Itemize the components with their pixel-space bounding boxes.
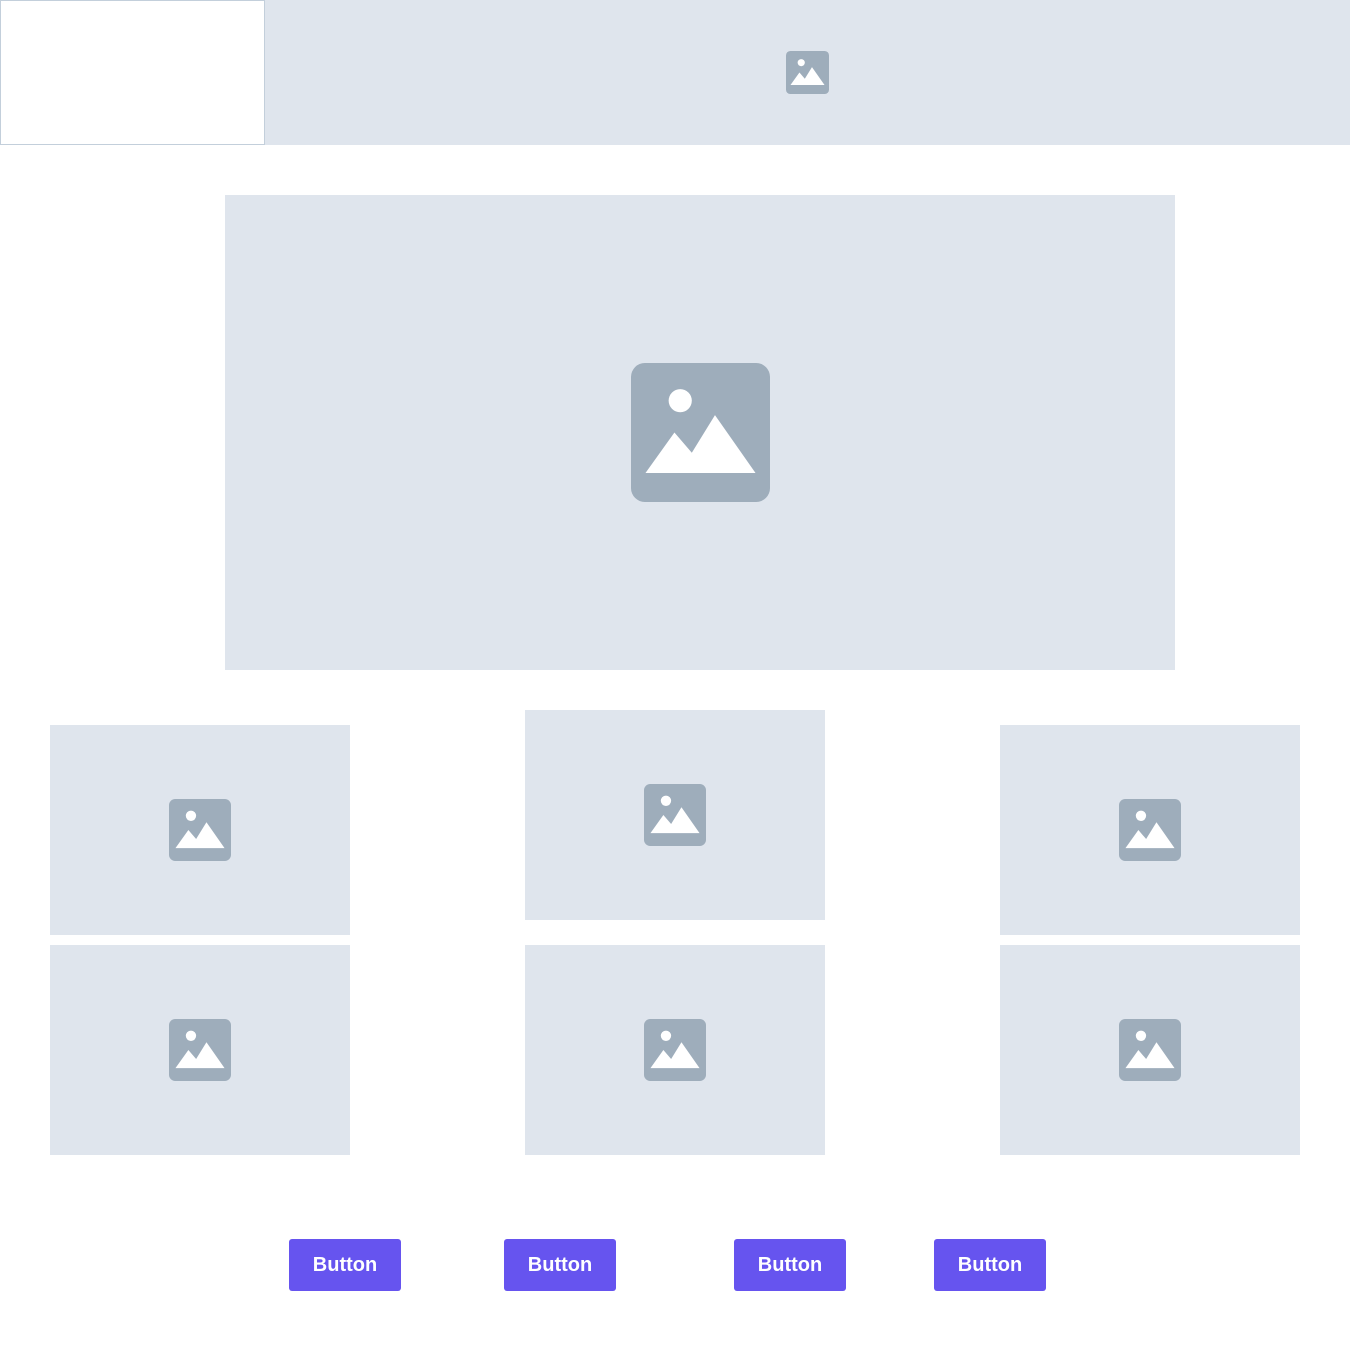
image-icon [786,51,829,94]
gallery-tile [50,725,350,935]
gallery-tile [525,710,825,920]
gallery-tile [1000,725,1300,935]
image-icon [630,363,770,502]
gallery-tile [1000,945,1300,1155]
page: Button Button Button Button [0,0,1350,1350]
action-button-1[interactable]: Button [289,1239,401,1291]
gallery-tile [50,945,350,1155]
action-button-2[interactable]: Button [504,1239,616,1291]
header-banner-image [265,0,1350,145]
logo-box [0,0,265,145]
image-icon [1119,799,1181,861]
image-icon [1119,1019,1181,1081]
action-button-3[interactable]: Button [734,1239,846,1291]
image-icon [644,1019,706,1081]
action-button-4[interactable]: Button [934,1239,1046,1291]
image-icon [169,799,231,861]
image-icon [644,784,706,846]
gallery-tile [525,945,825,1155]
hero-image [225,195,1175,670]
image-icon [169,1019,231,1081]
